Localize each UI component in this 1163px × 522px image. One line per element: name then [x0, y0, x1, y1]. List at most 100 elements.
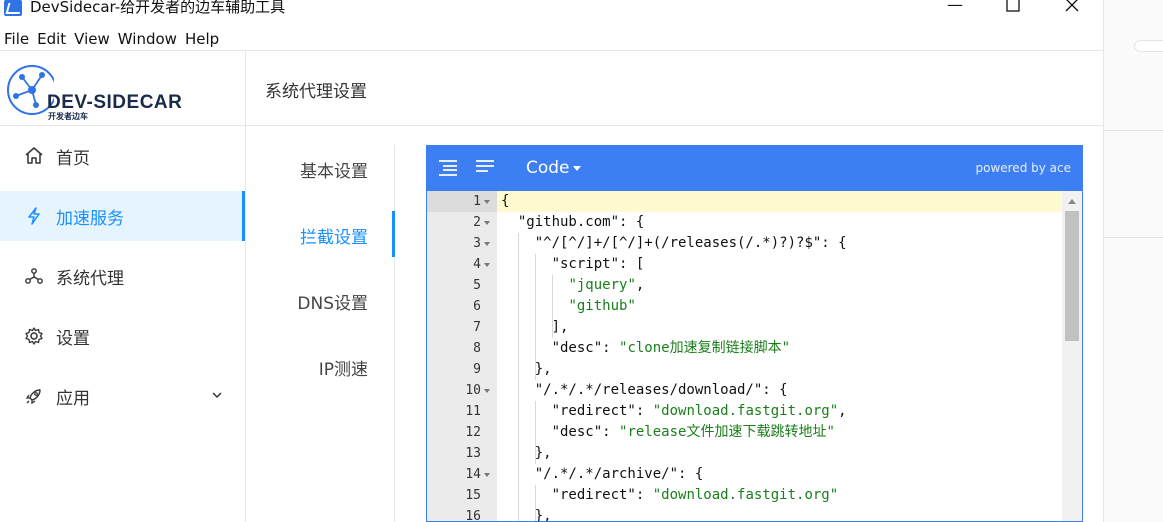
background-window [1103, 0, 1163, 522]
indent-guide [517, 233, 519, 521]
code-line: }, [501, 361, 552, 377]
tab-ip-speedtest[interactable]: IP测速 [246, 343, 396, 387]
code-line: "github" [568, 298, 636, 314]
line-number: 11 [465, 404, 481, 419]
tab-intercept-settings[interactable]: 拦截设置 [246, 211, 396, 255]
line-number: 7 [473, 320, 481, 335]
scrollbar[interactable] [1062, 191, 1082, 521]
line-number: 8 [473, 341, 481, 356]
sidebar-item-settings[interactable]: 设置 [0, 311, 245, 361]
title-bar: DevSidecar-给开发者的边车辅助工具 — [0, 0, 1103, 28]
tab-basic-settings[interactable]: 基本设置 [246, 145, 396, 189]
indent-guide [551, 275, 553, 338]
menu-window[interactable]: Window [114, 28, 181, 50]
line-number: 6 [473, 299, 481, 314]
menu-view[interactable]: View [70, 28, 114, 50]
sidebar-item-acceleration[interactable]: 加速服务 [0, 191, 245, 241]
sidebar-item-apps[interactable]: 应用 [0, 371, 245, 421]
line-number: 10 [465, 383, 481, 398]
code-line: "/.*/.*/releases/download/": { [534, 382, 788, 398]
fold-toggle-icon[interactable] [484, 473, 490, 477]
active-line [497, 191, 1082, 212]
code-line: "redirect": "download.fastgit.org", [551, 403, 847, 419]
fold-toggle-icon[interactable] [484, 200, 490, 204]
code-line: }, [501, 445, 552, 461]
line-number: 4 [473, 257, 481, 272]
menu-help[interactable]: Help [181, 28, 223, 50]
lightning-icon [28, 207, 40, 225]
code-line: "desc": "clone加速复制链接脚本" [551, 340, 791, 356]
indent-guide [534, 254, 536, 380]
line-number: 14 [465, 467, 481, 482]
line-number: 5 [473, 278, 481, 293]
tab-active-indicator [392, 211, 395, 257]
sidebar-item-system-proxy[interactable]: 系统代理 [0, 251, 245, 301]
line-number: 16 [465, 509, 481, 522]
menu-file[interactable]: File [0, 28, 33, 50]
app-icon [4, 0, 22, 16]
code-line: { [501, 193, 510, 209]
home-icon [25, 147, 43, 164]
window-title: DevSidecar-给开发者的边车辅助工具 [30, 0, 286, 16]
page-title: 系统代理设置 [265, 82, 367, 102]
tab-rail [394, 145, 395, 522]
tab-label: DNS设置 [297, 294, 368, 314]
menu-bar: File Edit View Window Help [0, 28, 1103, 50]
code-line: "github.com": { [517, 214, 645, 230]
tab-dns-settings[interactable]: DNS设置 [246, 277, 396, 321]
sidebar-item-label: 首页 [56, 149, 90, 169]
tab-label: IP测速 [318, 360, 368, 380]
logo-subtitle: 开发者边车 [48, 112, 88, 121]
line-number: 13 [465, 446, 481, 461]
maximize-button[interactable] [990, 0, 1036, 16]
chevron-down-icon [212, 392, 222, 399]
fold-toggle-icon[interactable] [484, 221, 490, 225]
scroll-up-arrow[interactable] [1068, 199, 1076, 204]
fold-toggle-icon[interactable] [484, 263, 490, 267]
sidebar-item-home[interactable]: 首页 [0, 131, 245, 181]
caret-down-icon[interactable] [573, 166, 581, 171]
tab-label: 基本设置 [300, 162, 368, 182]
line-number: 2 [473, 215, 481, 230]
scroll-thumb[interactable] [1065, 211, 1079, 341]
divider [1104, 130, 1163, 131]
sidebar-item-label: 系统代理 [56, 269, 124, 289]
logo: DEV-SIDECAR 开发者边车 [6, 63, 206, 121]
line-number: 9 [473, 362, 481, 377]
json-editor: Code powered by ace 1 2 3 4 5 6 7 8 9 10 11 12 13 14 1… [426, 145, 1083, 522]
divider [0, 125, 246, 126]
rocket-icon [25, 389, 41, 405]
code-line: "script": [ [551, 256, 645, 272]
code-line: "jquery", [568, 277, 645, 293]
sidebar-item-label: 加速服务 [56, 209, 124, 229]
line-number: 15 [465, 488, 481, 503]
line-number: 1 [473, 194, 481, 209]
close-button[interactable] [1049, 0, 1095, 16]
background-card [1134, 40, 1163, 52]
compact-icon[interactable] [474, 158, 496, 178]
minimize-button[interactable]: — [932, 0, 978, 16]
indent-guide [534, 485, 536, 521]
divider [1104, 237, 1163, 238]
fold-toggle-icon[interactable] [484, 242, 490, 246]
code-line: "/.*/.*/archive/": { [534, 466, 704, 482]
editor-toolbar: Code powered by ace [427, 146, 1082, 191]
fold-toggle-icon[interactable] [484, 389, 490, 393]
cluster-icon [25, 268, 43, 284]
sidebar-item-label: 设置 [56, 329, 90, 349]
tab-label: 拦截设置 [300, 228, 368, 248]
format-icon[interactable] [437, 158, 459, 178]
close-icon [1065, 0, 1079, 12]
powered-by-link[interactable]: powered by ace [975, 161, 1071, 175]
line-number: 12 [465, 425, 481, 440]
sidebar-item-label: 应用 [56, 389, 90, 409]
menu-edit[interactable]: Edit [33, 28, 70, 50]
code-line: "redirect": "download.fastgit.org" [551, 487, 839, 503]
code-area[interactable]: { "github.com": { "^/[^/]+/[^/]+(/releas… [497, 191, 1082, 522]
editor-gutter: 1 2 3 4 5 6 7 8 9 10 11 12 13 14 15 16 [427, 191, 497, 522]
code-line: "desc": "release文件加速下载跳转地址" [551, 424, 835, 440]
indent-guide [534, 401, 536, 464]
code-line: }, [501, 508, 552, 522]
page-header: 系统代理设置 [246, 51, 1103, 126]
mode-selector[interactable]: Code [526, 158, 570, 178]
